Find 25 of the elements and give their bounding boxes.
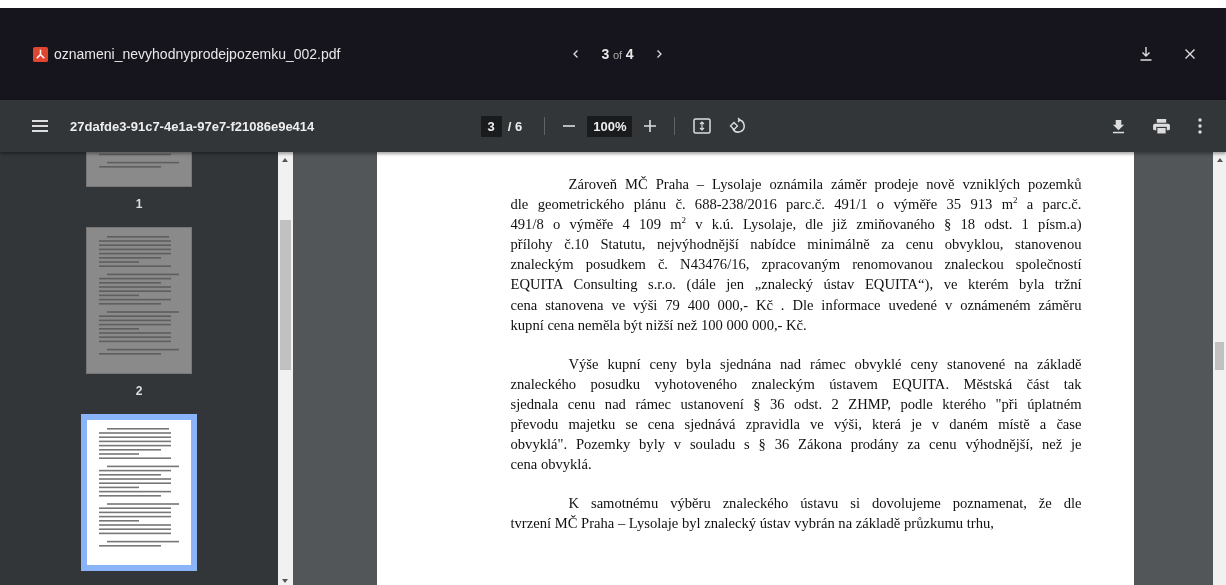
scrollbar[interactable] — [1213, 152, 1226, 585]
file-name: oznameni_nevyhodnyprodejpozemku_002.pdf — [54, 46, 341, 62]
menu-icon — [32, 120, 48, 132]
close-icon — [1184, 48, 1196, 60]
paragraph: Výše kupní ceny byla sjednána nad rámec obvyklé ceny stanovené na základě znaleckého posudku vyhotoveného znaleckým ústavem EQUITA. Městská část tak sjednala cenu nad rámec ustanovení § 36 odst. 2 ZHMP, podle kterého "při úplatném převodu majetku se cena sjednává zpravidla ve výši, která je v daném místě a čase obvyklá". Pozemky byly v souladu s § 36 Zákona prodány za cenu výhodnější, než je cena obvyklá. — [510, 354, 1082, 475]
page-number-field[interactable]: 3 — [480, 115, 502, 137]
page-number-label: 2 — [135, 384, 143, 398]
printer-icon — [1153, 118, 1170, 134]
pdf-file-icon — [33, 46, 48, 62]
paragraph: Zároveň MČ Praha – Lysolaje oznámila záměr prodeje nově vzniklých pozemků dle geometrického plánu č. 688-238/2016 parc.č. 491/1 o výměře 35 913 m$^{2}$ a parc.č. 491/8 o výměře 4 109 m$^{2}$ v k.ú. Lysolaje, dle již zmiňovaného § 18 odst. 1 písm.a) přílohy č.10 Statutu, nejvýhodnější nabídce minimálně za cenu obvyklou, stanovenou znaleckým posudkem č. N43476/16, zpracovaným renomovanou znaleckou společností EQUITA Consulting s.r.o. (dále jen „znalecký ústav EQUITA“), ve kterém byla tržní cena stanovena ve výši 79 400 000,- Kč . Dle informace uvedené v oznámeném záměru kupní cena neměla být nižší než 100 000 000,- Kč. — [510, 175, 1082, 335]
page-thumbnail[interactable] — [86, 227, 192, 374]
scrollbar[interactable] — [278, 152, 293, 585]
page-thumbnail[interactable] — [81, 414, 197, 571]
page-total: / 6 — [507, 118, 523, 134]
download-icon — [1138, 46, 1154, 62]
paragraph: K samotnému výběru znaleckého ústavu si dovolujeme poznamenat, že dle tvrzení MČ Praha – Lysolaje byl znalecký ústav vybrán na základě průzkumu trhu, — [510, 494, 1082, 534]
document-title: 27dafde3-91c7-4e1a-97e7-f21086e9e414 — [70, 118, 315, 134]
rotate-icon — [729, 117, 748, 135]
zoom-field[interactable]: 100% — [587, 115, 633, 137]
page-number-label: 1 — [135, 197, 143, 211]
plus-icon — [644, 120, 657, 132]
file-counter: 3 of 4 — [600, 46, 635, 62]
more-icon — [1198, 118, 1202, 134]
download-icon — [1112, 118, 1125, 134]
fit-page-icon — [693, 118, 712, 134]
